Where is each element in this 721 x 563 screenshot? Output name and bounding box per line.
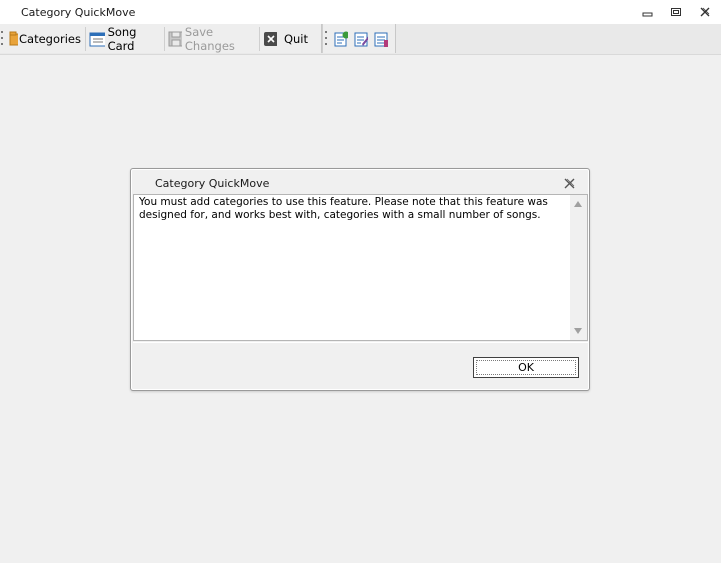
scroll-up-icon[interactable] (574, 201, 582, 207)
close-icon (700, 7, 710, 17)
quickmove-dialog: Category QuickMove You must add categori… (130, 168, 590, 391)
restore-button[interactable] (669, 5, 683, 19)
edit-song-button[interactable] (351, 24, 371, 53)
window-titlebar: Category QuickMove (0, 0, 721, 24)
move-song-button[interactable] (331, 24, 351, 53)
categories-label: Categories (19, 31, 81, 46)
edit-song-icon (354, 32, 368, 46)
quit-label: Quit (283, 31, 308, 46)
list-button[interactable] (371, 24, 391, 53)
scroll-down-icon[interactable] (574, 328, 582, 334)
restore-icon (671, 8, 681, 16)
quit-button[interactable]: Quit (261, 24, 311, 53)
toolbar-separator (259, 27, 260, 51)
save-icon (168, 31, 182, 46)
save-changes-button[interactable]: Save Changes (165, 24, 259, 53)
song-card-label: Song Card (107, 24, 137, 53)
dialog-close-button[interactable] (563, 177, 576, 190)
toolbar-grip[interactable] (325, 31, 327, 45)
toolbar-group-actions (322, 24, 396, 53)
close-icon (564, 178, 575, 189)
song-card-icon (89, 32, 105, 46)
main-toolbar: Categories Song Card Save Changes Quit (0, 24, 721, 55)
message-scrollbar[interactable] (570, 195, 587, 340)
toolbar-group-main: Categories Song Card Save Changes Quit (0, 24, 322, 53)
toolbar-grip[interactable] (1, 31, 3, 45)
move-song-icon (334, 31, 348, 46)
message-textbox[interactable]: You must add categories to use this feat… (133, 194, 588, 341)
dialog-message: You must add categories to use this feat… (139, 196, 548, 221)
minimize-button[interactable] (640, 5, 654, 19)
ok-button[interactable]: OK (473, 357, 579, 378)
quit-icon (264, 31, 277, 46)
categories-button[interactable]: Categories (6, 24, 84, 53)
close-button[interactable] (698, 5, 712, 19)
window-title: Category QuickMove (21, 6, 136, 19)
focus-rectangle (476, 360, 576, 375)
dialog-divider (133, 342, 588, 343)
list-icon (374, 32, 388, 47)
save-changes-label: Save Changes (184, 24, 235, 53)
song-card-button[interactable]: Song Card (86, 24, 162, 53)
dialog-title: Category QuickMove (155, 177, 270, 190)
categories-icon (9, 31, 18, 45)
minimize-icon (642, 12, 653, 17)
